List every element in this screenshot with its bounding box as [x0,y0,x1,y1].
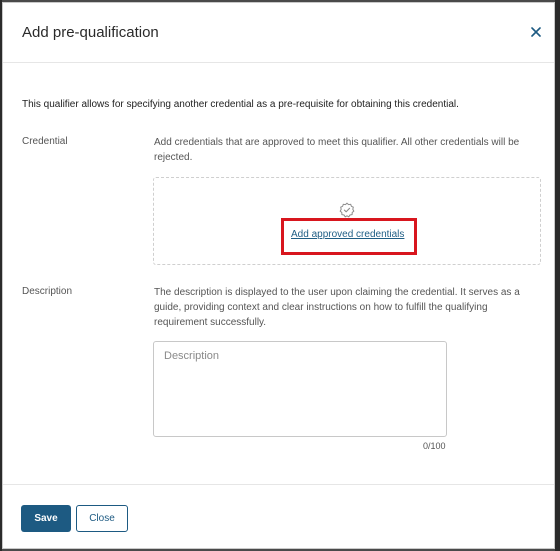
add-approved-credentials-link[interactable]: Add approved credentials [291,229,404,240]
description-field[interactable] [153,341,447,437]
close-dialog-button[interactable]: Close [76,505,128,532]
save-button[interactable]: Save [21,505,71,532]
backdrop [555,0,560,551]
close-icon [531,27,541,37]
description-help-text: The description is displayed to the user… [154,287,520,328]
verified-badge-icon [339,202,355,218]
dialog-title: Add pre-qualification [22,24,159,41]
add-prequalification-dialog: Add pre-qualification This qualifier all… [2,2,555,549]
character-counter: 0/100 [423,441,446,451]
dialog-footer: Save Close [3,484,554,548]
intro-text: This qualifier allows for specifying ano… [22,99,459,110]
credential-label: Credential [22,136,68,147]
dialog-header: Add pre-qualification [3,3,554,63]
close-button[interactable] [527,23,545,41]
credential-help-text: Add credentials that are approved to mee… [154,137,520,163]
credential-dropzone: Add approved credentials [153,177,541,265]
description-label: Description [22,286,73,297]
description-input[interactable] [154,342,446,436]
